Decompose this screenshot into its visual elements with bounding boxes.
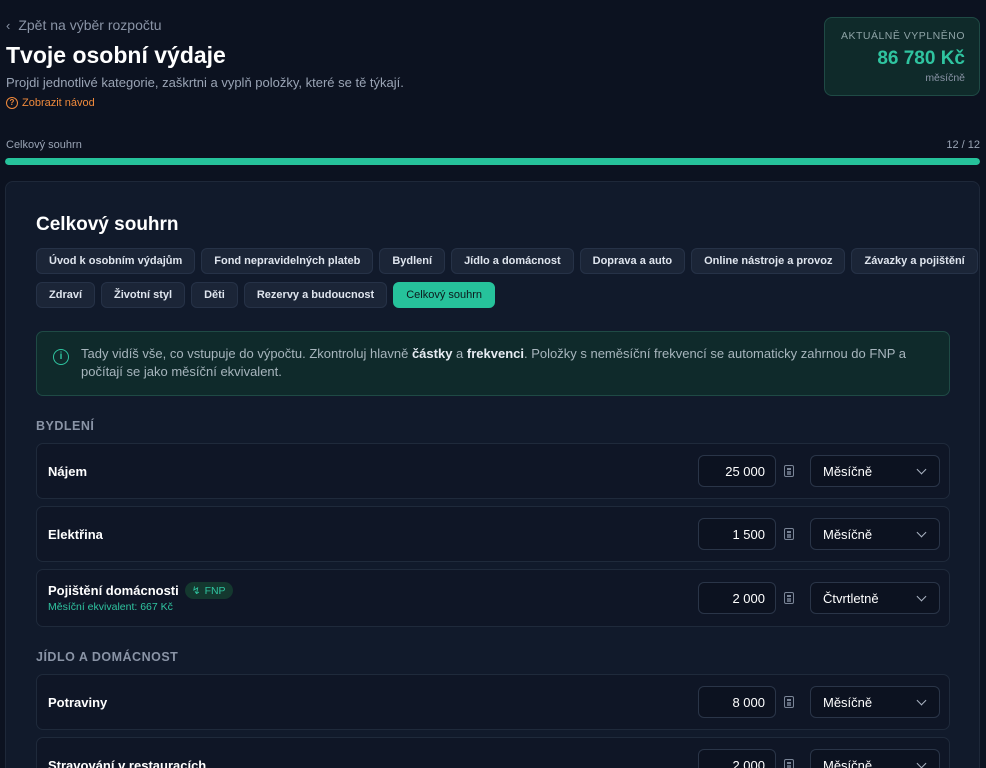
filled-summary-label: AKTUÁLNĚ VYPLNĚNO [840,30,965,42]
calculator-icon[interactable] [784,465,794,477]
frequency-select[interactable]: Měsíčně [810,518,940,550]
progress-bar [5,158,980,165]
category-tabs: Úvod k osobním výdajům Fond nepravidelnýc… [36,248,978,316]
category-tab[interactable]: Fond nepravidelných plateb [201,248,374,274]
calculator-icon[interactable] [784,696,794,708]
bolt-icon: ↯ [191,584,201,597]
expense-label: Nájem [48,464,88,479]
calculator-icon[interactable] [784,592,794,604]
frequency-value: Měsíčně [823,526,873,542]
category-tabs-row: Úvod k osobním výdajům Fond nepravidelnýc… [36,248,978,274]
frequency-select[interactable]: Měsíčně [810,455,940,487]
page: ‹ Zpět na výběr rozpočtu Tvoje osobní vý… [0,0,986,768]
category-tab[interactable]: Bydlení [379,248,446,274]
amount-input[interactable]: 2 000 [698,749,776,768]
info-text-bold: částky [411,346,453,361]
category-tab[interactable]: Celkový souhrn [393,282,496,308]
chevron-down-icon [916,695,927,706]
frequency-value: Čtvrtletně [823,590,879,606]
expense-label-group: Pojištění domácnosti ↯ FNP [48,582,233,599]
show-guide-label: Zobrazit návod [22,97,95,109]
section-heading-food: JÍDLO A DOMÁCNOST [36,650,179,664]
amount-input[interactable]: 1 500 [698,518,776,550]
filled-summary-card: AKTUÁLNĚ VYPLNĚNO 86 780 Kč měsíčně [824,17,980,96]
chevron-down-icon [916,758,927,768]
filled-summary-amount: 86 780 Kč [877,48,965,69]
category-tab[interactable]: Závazky a pojištění [851,248,978,274]
progress-label: Celkový souhrn [6,139,82,151]
chevron-down-icon [916,527,927,538]
frequency-value: Měsíčně [823,757,873,768]
category-tab[interactable]: Úvod k osobním výdajům [36,248,196,274]
filled-summary-period: měsíčně [925,72,965,84]
expense-label: Elektřina [48,527,103,542]
panel-title: Celkový souhrn [36,214,179,235]
info-text-part: Tady vidíš vše, co vstupuje do výpočtu. … [81,346,412,361]
expense-row: Stravování v restauracích 2 000 Měsíčně [36,737,950,768]
info-text-part: a [452,346,467,361]
fnp-badge-label: FNP [204,584,226,597]
category-tab[interactable]: Zdraví [36,282,96,308]
progress-count: 12 / 12 [946,139,980,151]
frequency-value: Měsíčně [823,463,873,479]
expense-label: Potraviny [48,695,108,710]
amount-input[interactable]: 2 000 [698,582,776,614]
category-tab[interactable]: Děti [191,282,238,308]
category-tab[interactable]: Online nástroje a provoz [691,248,846,274]
summary-panel: Celkový souhrn Úvod k osobním výdajům Fon… [5,181,980,768]
back-link-label: Zpět na výběr rozpočtu [18,17,162,33]
progress-bar-fill [5,158,980,165]
frequency-select[interactable]: Čtvrtletně [810,582,940,614]
category-tab[interactable]: Rezervy a budoucnost [243,282,388,308]
info-circle-icon: i [53,349,69,365]
expense-label: Pojištění domácnosti [48,583,179,598]
category-tab[interactable]: Jídlo a domácnost [451,248,574,274]
amount-input[interactable]: 8 000 [698,686,776,718]
question-circle-icon: ? [6,97,18,109]
show-guide-link[interactable]: ? Zobrazit návod [6,97,95,109]
back-link[interactable]: ‹ Zpět na výběr rozpočtu [6,17,162,33]
chevron-down-icon [916,591,927,602]
category-tab[interactable]: Životní styl [101,282,186,308]
page-title: Tvoje osobní výdaje [6,42,226,68]
page-subtitle: Projdi jednotlivé kategorie, zaškrtni a … [6,75,404,90]
frequency-select[interactable]: Měsíčně [810,686,940,718]
fnp-badge: ↯ FNP [184,582,233,599]
calculator-icon[interactable] [784,528,794,540]
expense-label: Stravování v restauracích [48,758,207,768]
expense-row: Potraviny 8 000 Měsíčně [36,674,950,730]
chevron-down-icon [916,464,927,475]
frequency-value: Měsíčně [823,694,873,710]
category-tab[interactable]: Doprava a auto [579,248,686,274]
info-box: i Tady vidíš vše, co vstupuje do výpočtu… [36,331,950,396]
frequency-select[interactable]: Měsíčně [810,749,940,768]
monthly-equivalent: Měsíční ekvivalent: 667 Kč [48,601,173,613]
category-tabs-row: Zdraví Životní styl Děti Rezervy a budoucno… [36,282,956,308]
chevron-left-icon: ‹ [6,17,11,33]
expense-row: Nájem 25 000 Měsíčně [36,443,950,499]
amount-input[interactable]: 25 000 [698,455,776,487]
section-heading-housing: BYDLENÍ [36,419,95,433]
info-text-bold: frekvenci [466,346,524,361]
expense-row: Elektřina 1 500 Měsíčně [36,506,950,562]
calculator-icon[interactable] [784,759,794,768]
expense-row: Pojištění domácnosti ↯ FNP Měsíční ekviv… [36,569,950,627]
